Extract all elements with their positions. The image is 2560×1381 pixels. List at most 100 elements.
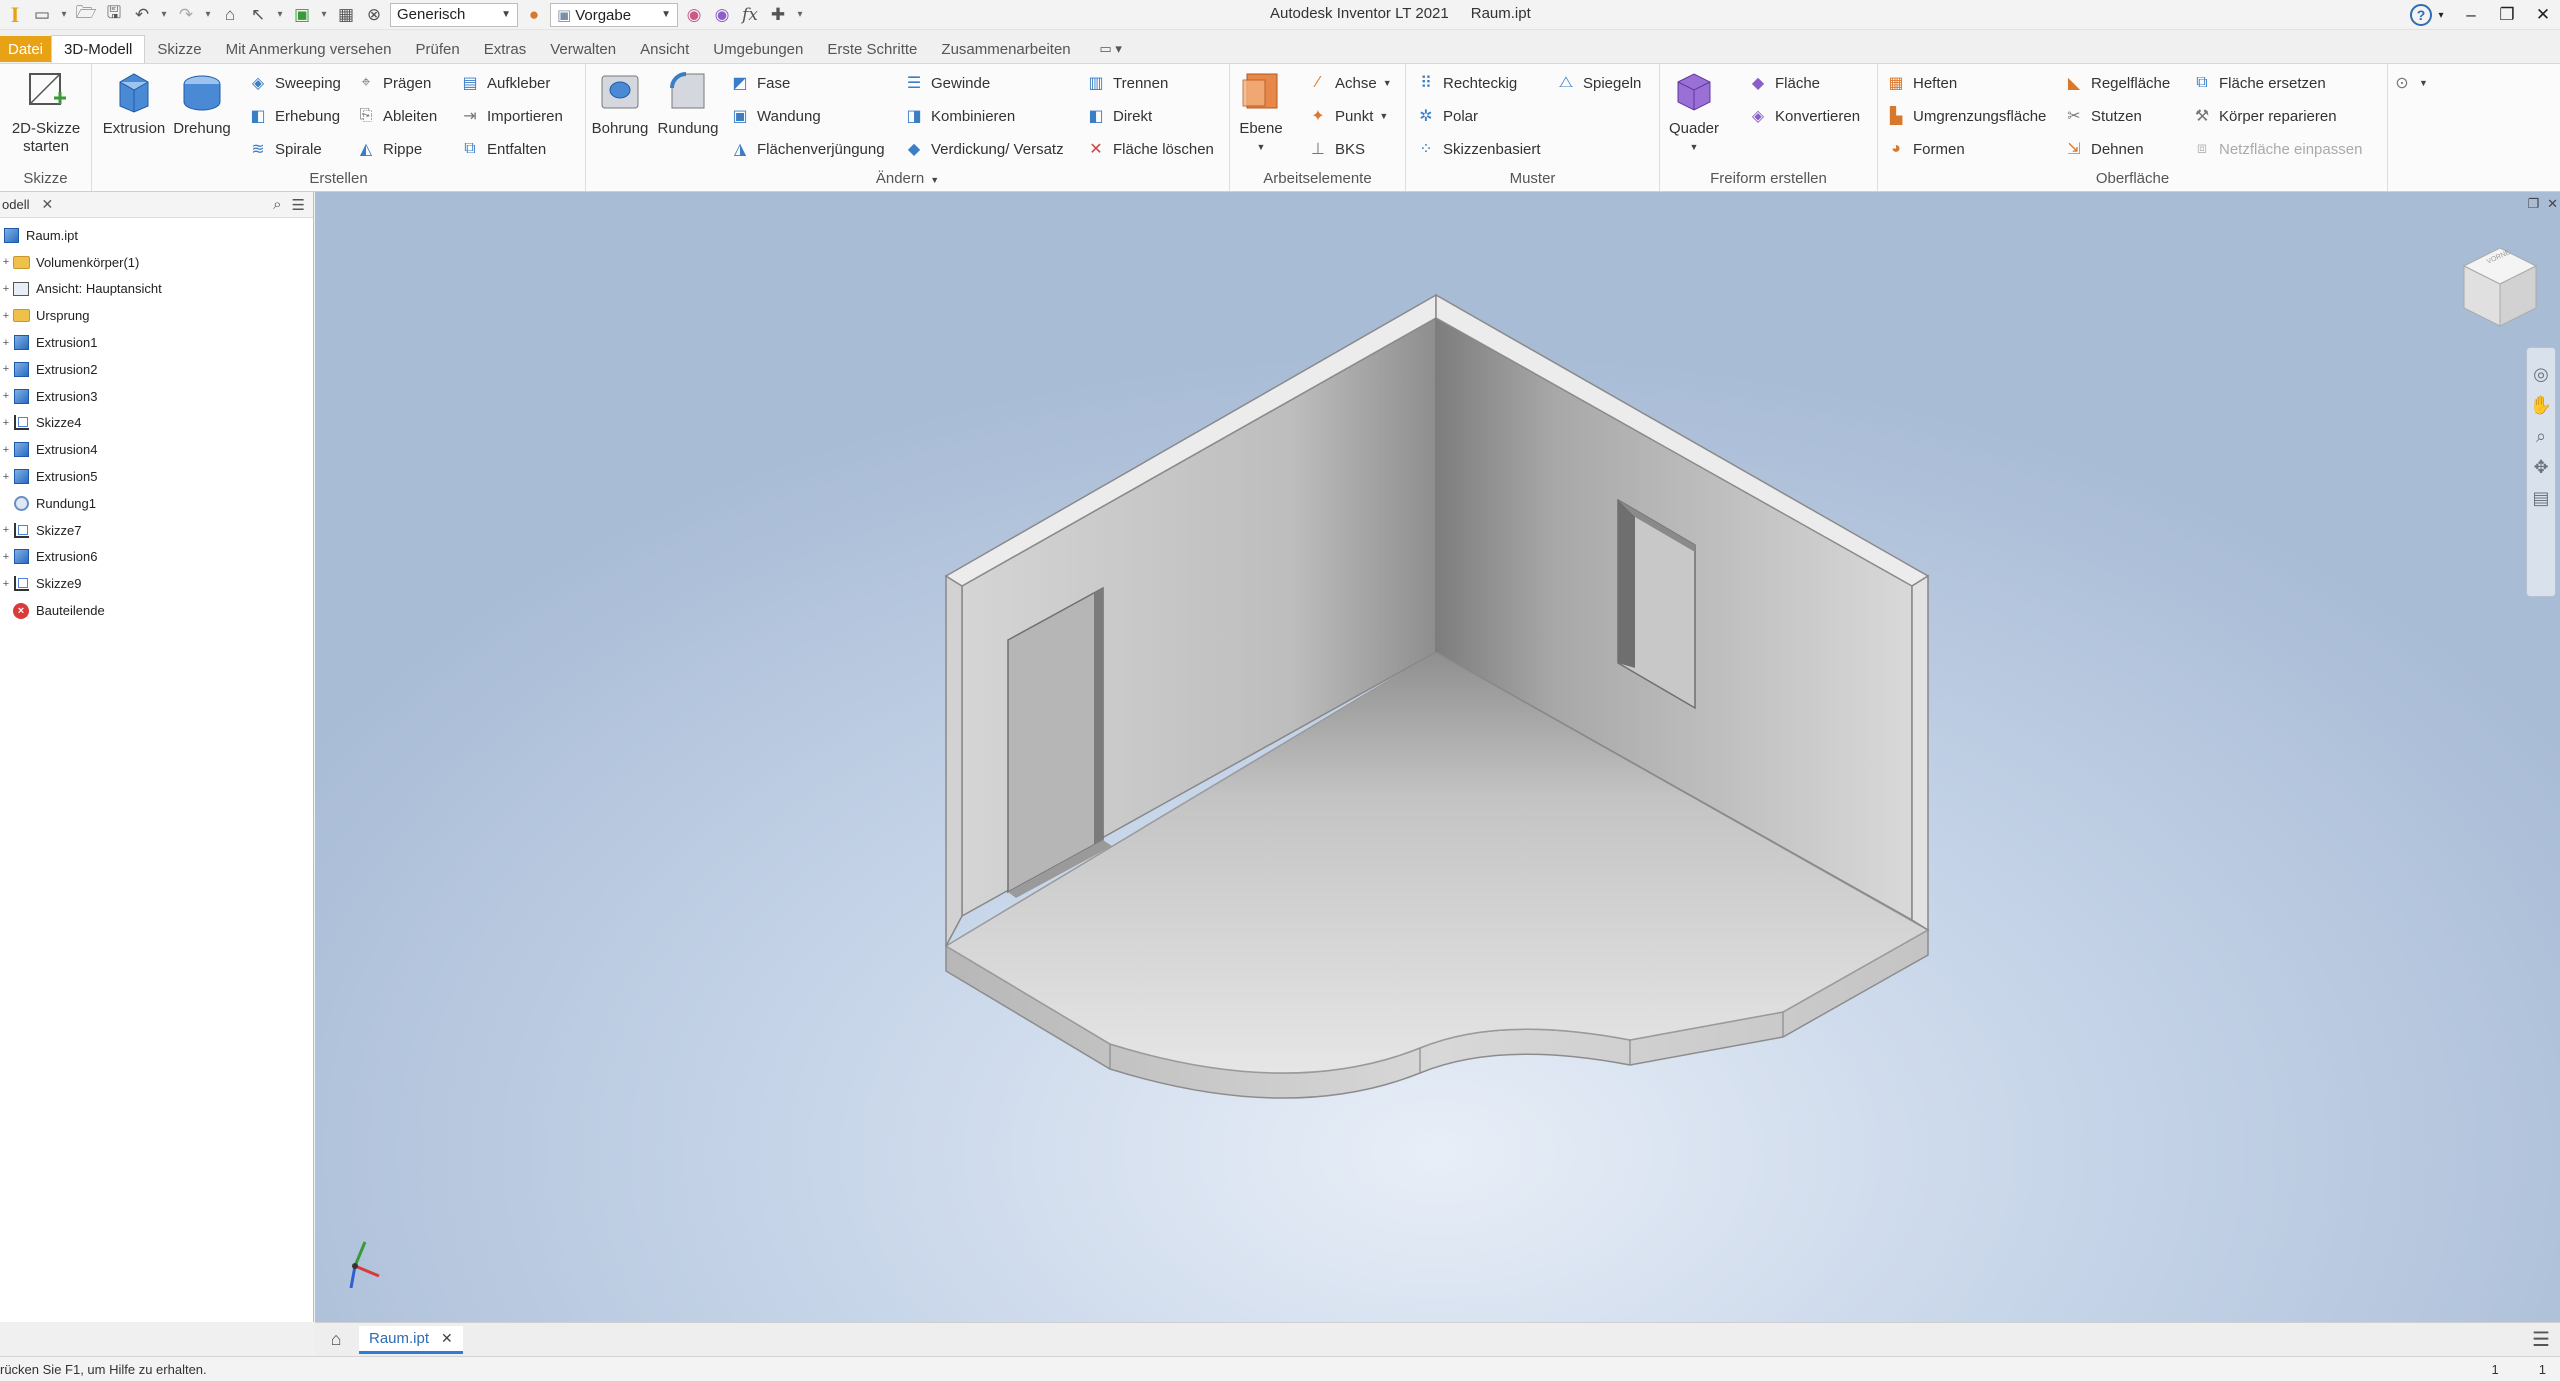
redo-icon[interactable]: ↷ — [174, 3, 198, 27]
inventor-logo-icon[interactable]: I — [4, 2, 26, 27]
tree-item[interactable]: + Extrusion4 — [0, 436, 313, 463]
tree-item[interactable]: + Extrusion1 — [0, 329, 313, 356]
gewinde-button[interactable]: ☰ Gewinde — [904, 72, 990, 94]
expand-icon[interactable]: + — [0, 578, 12, 590]
tree-item[interactable]: + Skizze4 — [0, 410, 313, 437]
heften-button[interactable]: ▦ Heften — [1886, 72, 1957, 94]
entfalten-button[interactable]: ⧉ Entfalten — [460, 138, 546, 160]
netzflaeche-einpassen-button[interactable]: ⧈ Netzfläche einpassen — [2192, 138, 2363, 160]
konvertieren-button[interactable]: ◈ Konvertieren — [1748, 105, 1860, 127]
update-dropdown-icon[interactable]: ▾ — [318, 9, 330, 20]
tree-item[interactable]: + Extrusion6 — [0, 544, 313, 571]
formen-button[interactable]: ◕ Formen — [1886, 138, 1965, 160]
browser-tab-model[interactable]: odell — [0, 197, 29, 212]
expand-icon[interactable]: + — [0, 471, 12, 483]
polar-button[interactable]: ✲ Polar — [1416, 105, 1478, 127]
appearance-combo[interactable]: ▣ Vorgabe ▼ — [550, 2, 678, 27]
viewcube[interactable]: VORNE — [2458, 242, 2542, 334]
customize-dropdown-icon[interactable]: ▾ — [794, 9, 806, 20]
extrusion-button[interactable]: Extrusion — [103, 68, 165, 138]
tree-item[interactable]: × Bauteilende — [0, 597, 313, 624]
umgrenzungsflaeche-button[interactable]: ▙ Umgrenzungsfläche — [1886, 105, 2047, 127]
tree-root[interactable]: Raum.ipt — [0, 222, 313, 249]
clear-override-icon[interactable]: ⊗ — [362, 3, 386, 27]
spiegeln-button[interactable]: ⧍ Spiegeln — [1556, 72, 1642, 94]
tab-ansicht[interactable]: Ansicht — [628, 35, 701, 63]
tree-item[interactable]: + Ursprung — [0, 302, 313, 329]
expand-icon[interactable]: + — [0, 256, 12, 268]
freiform-flaeche-button[interactable]: ◆ Fläche — [1748, 72, 1820, 94]
tab-zusammenarbeiten[interactable]: Zusammenarbeiten — [929, 35, 1082, 63]
ribbon-options-button[interactable]: ⊙ ▼ — [2392, 72, 2428, 94]
koerper-reparieren-button[interactable]: ⚒ Körper reparieren — [2192, 105, 2337, 127]
stutzen-button[interactable]: ✂ Stutzen — [2064, 105, 2142, 127]
expand-icon[interactable]: + — [0, 363, 12, 375]
zoom-icon[interactable]: ⌕ — [2536, 426, 2546, 447]
clear-appearance-icon[interactable]: ◉ — [710, 3, 734, 27]
steering-wheel-icon[interactable]: ◎ — [2533, 364, 2549, 385]
search-icon[interactable]: ⌕ — [273, 196, 281, 214]
room-model[interactable] — [315, 192, 2560, 1322]
rippe-button[interactable]: ◭ Rippe — [356, 138, 422, 160]
panel-title-aendern[interactable]: Ändern ▼ — [586, 170, 1229, 187]
close-icon[interactable]: ✕ — [2532, 4, 2554, 26]
tab-pruefen[interactable]: Prüfen — [404, 35, 472, 63]
home-icon[interactable]: ⌂ — [218, 3, 242, 27]
update-icon[interactable]: ▣ — [290, 3, 314, 27]
help-icon[interactable]: ? — [2410, 4, 2432, 26]
sweeping-button[interactable]: ◈ Sweeping — [248, 72, 341, 94]
new-icon[interactable]: ▭ — [30, 3, 54, 27]
direkt-button[interactable]: ◧ Direkt — [1086, 105, 1152, 127]
tab-extras[interactable]: Extras — [472, 35, 539, 63]
tab-anmerkung[interactable]: Mit Anmerkung versehen — [214, 35, 404, 63]
redo-dropdown-icon[interactable]: ▾ — [202, 9, 214, 20]
expand-icon[interactable]: + — [0, 551, 12, 563]
open-icon[interactable]: 🗁 — [74, 3, 98, 27]
start-2d-sketch-button[interactable]: 2D-Skizze starten — [4, 68, 88, 156]
dehnen-button[interactable]: ⇲ Dehnen — [2064, 138, 2143, 160]
tab-verwalten[interactable]: Verwalten — [538, 35, 628, 63]
adjust-appearance-icon[interactable]: ◉ — [682, 3, 706, 27]
ableiten-button[interactable]: ⎘ Ableiten — [356, 105, 438, 127]
undo-dropdown-icon[interactable]: ▾ — [158, 9, 170, 20]
maximize-view-icon[interactable]: ❐ — [2527, 196, 2539, 212]
close-icon[interactable]: ✕ — [441, 1330, 453, 1347]
rundung-button[interactable]: Rundung — [654, 68, 722, 138]
restore-icon[interactable]: ❐ — [2496, 4, 2518, 26]
menu-icon[interactable]: ☰ — [2532, 1327, 2550, 1352]
importieren-button[interactable]: ⇥ Importieren — [460, 105, 563, 127]
tree-item[interactable]: + Extrusion3 — [0, 383, 313, 410]
appearance-sphere-icon[interactable]: ● — [522, 3, 546, 27]
help-dropdown-icon[interactable]: ▾ — [2436, 4, 2446, 26]
aufkleber-button[interactable]: ▤ Aufkleber — [460, 72, 550, 94]
tree-item[interactable]: Rundung1 — [0, 490, 313, 517]
tab-3d-modell[interactable]: 3D-Modell — [51, 35, 146, 63]
panel-options-icon[interactable]: ▭ ▾ — [1093, 39, 1129, 59]
verdickung-button[interactable]: ◆ Verdickung/ Versatz — [904, 138, 1064, 160]
ebene-button[interactable]: Ebene ▼ — [1236, 68, 1286, 156]
expand-icon[interactable]: + — [0, 310, 12, 322]
drehung-button[interactable]: Drehung — [172, 68, 232, 138]
close-icon[interactable]: ✕ — [41, 196, 53, 213]
flaechenverjuengung-button[interactable]: ◮ Flächenverjüngung — [730, 138, 885, 160]
tab-umgebungen[interactable]: Umgebungen — [701, 35, 815, 63]
expand-icon[interactable]: + — [0, 444, 12, 456]
expand-icon[interactable]: + — [0, 283, 12, 295]
punkt-button[interactable]: ✦ Punkt ▼ — [1308, 105, 1388, 127]
flaeche-loeschen-button[interactable]: ✕ Fläche löschen — [1086, 138, 1214, 160]
menu-icon[interactable]: ☰ — [292, 196, 305, 214]
praegen-button[interactable]: ⌖ Prägen — [356, 72, 431, 94]
close-view-icon[interactable]: ✕ — [2547, 196, 2558, 212]
kombinieren-button[interactable]: ◨ Kombinieren — [904, 105, 1015, 127]
wandung-button[interactable]: ▣ Wandung — [730, 105, 820, 127]
tab-erste-schritte[interactable]: Erste Schritte — [815, 35, 929, 63]
achse-button[interactable]: ⁄ Achse ▼ — [1308, 72, 1392, 94]
tree-item[interactable]: + Skizze9 — [0, 570, 313, 597]
regelflaeche-button[interactable]: ◣ Regelfläche — [2064, 72, 2170, 94]
material-combo[interactable]: Generisch ▼ — [390, 2, 518, 27]
rechteckig-button[interactable]: ⠿ Rechteckig — [1416, 72, 1517, 94]
home-icon[interactable]: ⌂ — [321, 1327, 351, 1353]
expand-icon[interactable]: + — [0, 524, 12, 536]
add-icon[interactable]: ✚ — [766, 3, 790, 27]
trennen-button[interactable]: ▥ Trennen — [1086, 72, 1168, 94]
